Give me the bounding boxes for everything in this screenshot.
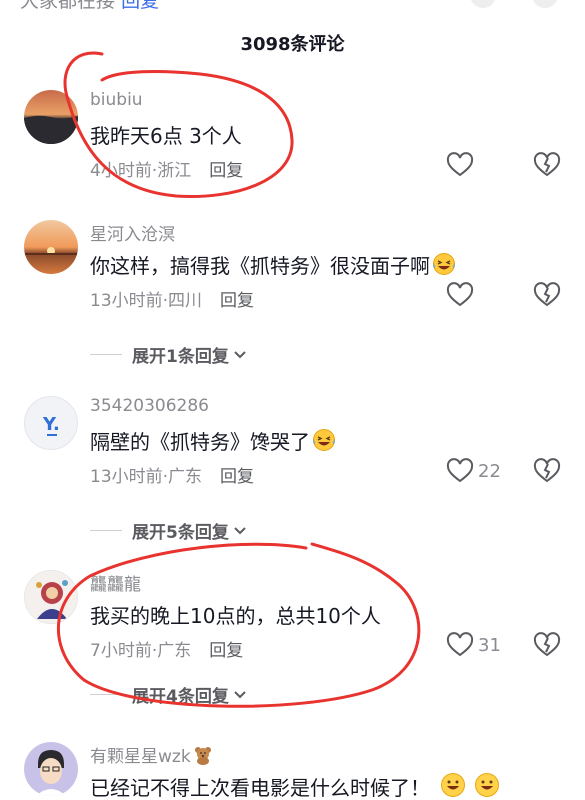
username-row: 有颗星星wzk bbox=[90, 742, 213, 770]
avatar[interactable]: Y. bbox=[24, 396, 78, 450]
dislike-button[interactable] bbox=[533, 152, 561, 182]
broken-heart-icon bbox=[533, 282, 561, 307]
divider-line bbox=[90, 694, 122, 695]
dislike-button[interactable] bbox=[533, 282, 561, 312]
reply-button[interactable]: 回复 bbox=[209, 161, 243, 181]
avatar[interactable] bbox=[24, 220, 78, 274]
heart-icon bbox=[446, 458, 474, 483]
username[interactable]: 有颗星星wzk bbox=[90, 747, 191, 767]
previous-comment-text: 大家都在接 回复 bbox=[20, 0, 159, 13]
username[interactable]: 龘龘龍 bbox=[90, 570, 141, 595]
time-location: 4小时前·浙江 bbox=[90, 161, 192, 181]
like-button[interactable]: 31 bbox=[446, 632, 501, 658]
broken-heart-icon bbox=[533, 152, 561, 177]
comment-text-row: 已经记不得上次看电影是什么时候了！ bbox=[90, 772, 500, 800]
comment-text-row: 你这样，搞得我《抓特务》很没面子啊 bbox=[90, 250, 456, 281]
laughing-crying-emoji-icon bbox=[432, 252, 456, 281]
heart-icon bbox=[446, 282, 474, 307]
comment-meta: 13小时前·广东 回复 bbox=[90, 462, 254, 487]
like-button[interactable]: 22 bbox=[446, 458, 501, 484]
grinning-emoji-icon bbox=[440, 772, 466, 800]
username[interactable]: 星河入沧溟 bbox=[90, 220, 175, 245]
comment-meta: 7小时前·广东 回复 bbox=[90, 636, 243, 661]
chevron-down-icon bbox=[234, 350, 246, 358]
broken-heart-icon bbox=[533, 458, 561, 483]
expand-replies-button[interactable]: 展开5条回复 bbox=[90, 518, 247, 543]
like-button[interactable] bbox=[446, 152, 478, 178]
comment-count-title: 3098条评论 bbox=[240, 34, 345, 55]
reply-button[interactable]: 回复 bbox=[220, 467, 254, 487]
expand-replies-label: 展开1条回复 bbox=[132, 347, 229, 367]
divider-line bbox=[90, 354, 122, 355]
expand-replies-button[interactable]: 展开1条回复 bbox=[90, 342, 247, 367]
svg-text:Y.: Y. bbox=[42, 414, 60, 435]
comment-text: 已经记不得上次看电影是什么时候了！ bbox=[90, 776, 430, 800]
heart-icon bbox=[446, 632, 474, 657]
previous-comment-meta: 大家都在接 回复 bbox=[0, 0, 585, 13]
comment-text-row: 隔壁的《抓特务》馋哭了 bbox=[90, 426, 336, 457]
grinning-emoji-icon bbox=[474, 772, 500, 800]
username[interactable]: 35420306286 bbox=[90, 396, 209, 416]
like-button[interactable] bbox=[446, 282, 478, 308]
time-location: 13小时前·广东 bbox=[90, 467, 203, 487]
expand-replies-button[interactable]: 展开4条回复 bbox=[90, 682, 247, 707]
comment-text: 我买的晚上10点的，总共10个人 bbox=[90, 604, 381, 628]
red-annotation-overlay bbox=[57, 51, 421, 708]
divider-line bbox=[90, 530, 122, 531]
avatar[interactable] bbox=[24, 90, 78, 144]
previous-reply-button[interactable]: 回复 bbox=[121, 0, 159, 12]
time-location: 13小时前·四川 bbox=[90, 291, 203, 311]
dislike-button[interactable] bbox=[533, 632, 561, 662]
chevron-down-icon bbox=[234, 690, 246, 698]
username[interactable]: biubiu bbox=[90, 90, 143, 110]
comment-meta: 13小时前·四川 回复 bbox=[90, 286, 254, 311]
dislike-button[interactable] bbox=[533, 458, 561, 488]
avatar[interactable] bbox=[24, 570, 78, 624]
like-count: 31 bbox=[478, 634, 501, 656]
comment-text: 你这样，搞得我《抓特务》很没面子啊 bbox=[90, 254, 430, 278]
avatar[interactable] bbox=[24, 742, 78, 796]
comment-meta: 4小时前·浙江 回复 bbox=[90, 156, 243, 181]
chevron-down-icon bbox=[234, 526, 246, 534]
expand-replies-label: 展开4条回复 bbox=[132, 687, 229, 707]
time-location: 7小时前·广东 bbox=[90, 641, 192, 661]
reply-button[interactable]: 回复 bbox=[220, 291, 254, 311]
previous-like-icon[interactable] bbox=[470, 0, 496, 8]
expand-replies-label: 展开5条回复 bbox=[132, 523, 229, 543]
teddy-bear-emoji-icon bbox=[193, 745, 213, 770]
heart-icon bbox=[446, 152, 474, 177]
laughing-crying-emoji-icon bbox=[312, 428, 336, 457]
reply-button[interactable]: 回复 bbox=[209, 641, 243, 661]
comment-text: 我昨天6点 3个人 bbox=[90, 124, 242, 148]
comment-text: 隔壁的《抓特务》馋哭了 bbox=[90, 430, 310, 454]
like-count: 22 bbox=[478, 460, 501, 482]
previous-dislike-icon[interactable] bbox=[532, 0, 558, 8]
broken-heart-icon bbox=[533, 632, 561, 657]
